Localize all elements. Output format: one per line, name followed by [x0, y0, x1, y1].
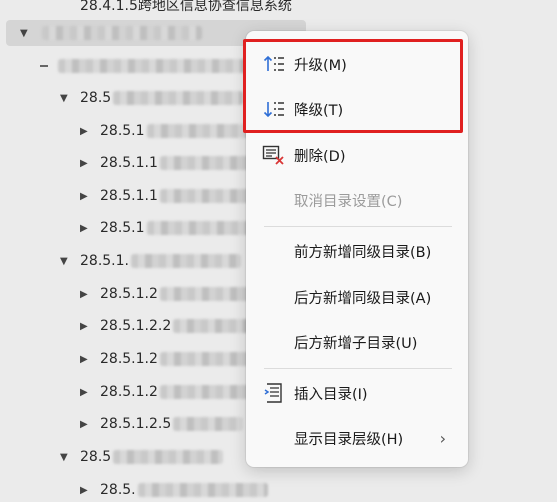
- tree-top-label: 28.4.1.5跨地区信息协查信息系统: [80, 0, 292, 14]
- tree-item-label: 28.5.1: [100, 123, 145, 139]
- collapse-arrow-icon[interactable]: ▶: [80, 485, 92, 496]
- insert-toc-icon: [262, 381, 286, 405]
- tree-item-label: 28.5: [80, 449, 112, 465]
- tree-item[interactable]: ▶ 28.5.1.2: [80, 282, 250, 306]
- leaf-marker-icon: [40, 65, 48, 67]
- tree-item-label: 28.5.1.1: [100, 188, 158, 204]
- blurred-label: [159, 287, 250, 301]
- tree-item[interactable]: ▼ 28.5: [60, 86, 244, 110]
- add-sibling-before-label: 前方新增同级目录(B): [294, 244, 432, 261]
- blurred-label: [113, 450, 224, 464]
- collapse-arrow-icon[interactable]: ▶: [80, 354, 92, 365]
- insert-toc-label: 插入目录(I): [294, 386, 368, 403]
- show-levels-label: 显示目录层级(H): [294, 431, 404, 448]
- expand-arrow-icon[interactable]: ▼: [60, 452, 72, 463]
- tree-item[interactable]: ▼ 28.5: [60, 445, 224, 469]
- tree-item-label: 28.5: [80, 90, 112, 106]
- tree-item-label: 28.5.1.: [80, 253, 129, 269]
- collapse-arrow-icon[interactable]: ▶: [80, 223, 92, 234]
- blurred-label: [42, 26, 202, 40]
- blurred-label: [130, 254, 241, 268]
- blurred-label: [173, 417, 244, 431]
- tree-item[interactable]: ▼ 28.5.1.: [60, 249, 241, 273]
- tree-item-label: 28.5.1.2: [100, 351, 158, 367]
- tree-item-label: 28.5.: [100, 482, 136, 498]
- insert-toc-menu-item[interactable]: 插入目录(I): [246, 373, 468, 413]
- collapse-arrow-icon[interactable]: ▶: [80, 158, 92, 169]
- blurred-label: [137, 483, 268, 497]
- highlight-box: [243, 39, 463, 133]
- tree-item[interactable]: ▶ 28.5.1: [80, 216, 257, 240]
- blurred-label: [159, 189, 250, 203]
- tree-item[interactable]: ▶ 28.5.1.1: [80, 184, 250, 208]
- tree-top-item[interactable]: 28.4.1.5跨地区信息协查信息系统: [80, 0, 292, 17]
- add-sibling-after-label: 后方新增同级目录(A): [294, 290, 432, 307]
- collapse-arrow-icon[interactable]: ▶: [80, 419, 92, 430]
- cancel-toc-menu-item: 取消目录设置(C): [246, 180, 468, 220]
- blurred-label: [173, 319, 254, 333]
- tree-item[interactable]: ▶ 28.5.1.2: [80, 380, 250, 404]
- tree-item[interactable]: ▶ 28.5.1.2.2: [80, 314, 254, 338]
- blurred-label: [159, 352, 250, 366]
- blurred-label: [113, 91, 244, 105]
- expand-arrow-icon[interactable]: ▼: [60, 93, 72, 104]
- menu-divider: [264, 368, 452, 369]
- tree-item[interactable]: ▶ 28.5.1.1: [80, 151, 250, 175]
- collapse-arrow-icon[interactable]: ▶: [80, 387, 92, 398]
- tree-item-label: 28.5.1: [100, 220, 145, 236]
- cancel-toc-label: 取消目录设置(C): [294, 193, 403, 210]
- chevron-right-icon: ›: [439, 428, 446, 448]
- delete-label: 删除(D): [294, 148, 346, 165]
- delete-menu-item[interactable]: 删除(D): [246, 135, 468, 175]
- show-levels-menu-item[interactable]: 显示目录层级(H) ›: [246, 418, 468, 458]
- tree-item-label: 28.5.1.2.5: [100, 416, 172, 432]
- blurred-label: [159, 156, 250, 170]
- tree-item-label: 28.5.1.2: [100, 286, 158, 302]
- collapse-arrow-icon[interactable]: ▶: [80, 321, 92, 332]
- expand-arrow-icon[interactable]: ▼: [60, 256, 72, 267]
- tree-item-label: 28.5.1.2: [100, 384, 158, 400]
- blurred-label: [58, 59, 248, 73]
- tree-item-label: 28.5.1.2.2: [100, 318, 172, 334]
- delete-icon: [262, 143, 286, 167]
- tree-item[interactable]: ▶ 28.5.1.2.5: [80, 412, 244, 436]
- blurred-label: [159, 385, 250, 399]
- tree-item[interactable]: [40, 54, 248, 78]
- add-child-after-label: 后方新增子目录(U): [294, 335, 418, 352]
- expand-arrow-icon[interactable]: ▼: [20, 28, 32, 39]
- collapse-arrow-icon[interactable]: ▶: [80, 289, 92, 300]
- tree-item-label: 28.5.1.1: [100, 155, 158, 171]
- add-sibling-after-menu-item[interactable]: 后方新增同级目录(A): [246, 277, 468, 317]
- tree-item[interactable]: ▶ 28.5.: [80, 478, 268, 502]
- collapse-arrow-icon[interactable]: ▶: [80, 191, 92, 202]
- add-sibling-before-menu-item[interactable]: 前方新增同级目录(B): [246, 231, 468, 271]
- selected-row-content: ▼: [20, 21, 202, 45]
- add-child-after-menu-item[interactable]: 后方新增子目录(U): [246, 322, 468, 362]
- menu-divider: [264, 226, 452, 227]
- tree-item[interactable]: ▶ 28.5.1.2: [80, 347, 250, 371]
- collapse-arrow-icon[interactable]: ▶: [80, 126, 92, 137]
- blurred-label: [146, 221, 257, 235]
